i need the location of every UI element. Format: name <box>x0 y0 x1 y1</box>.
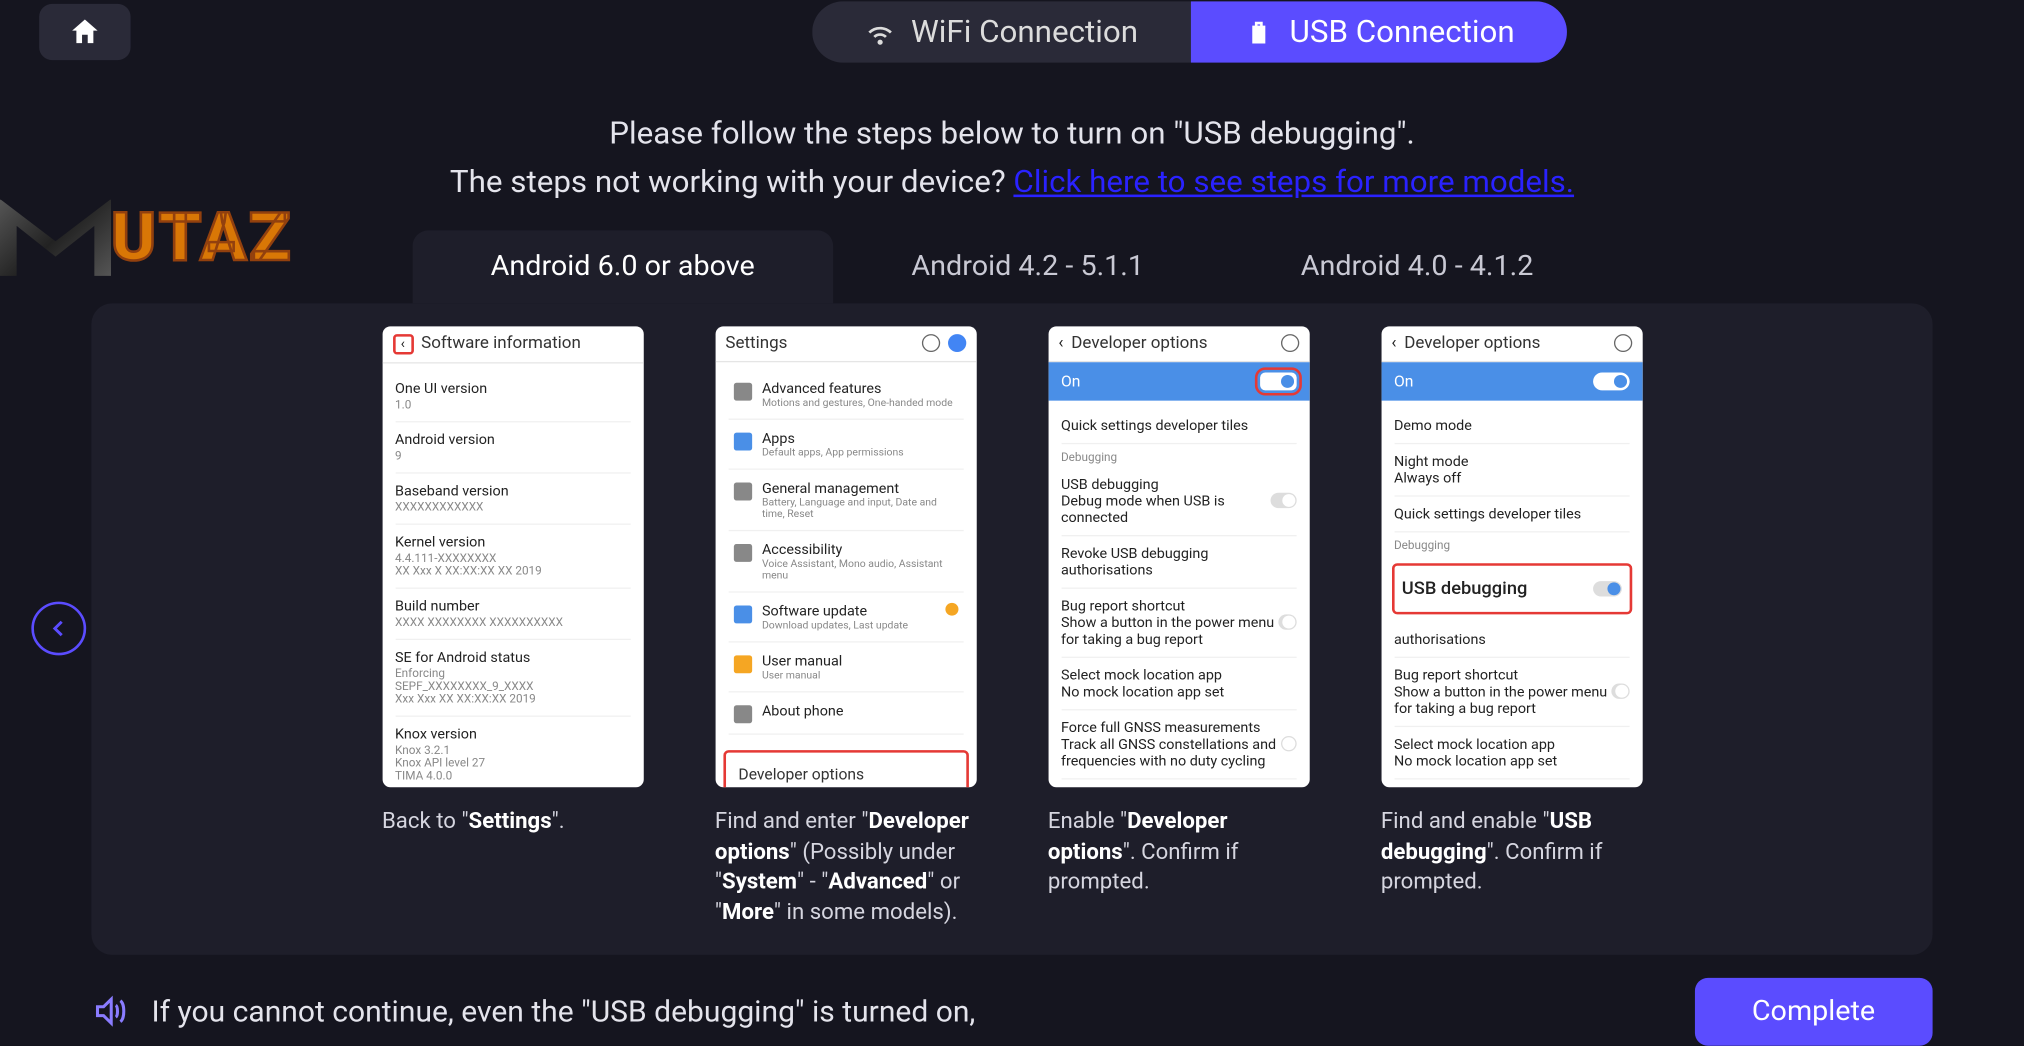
phone1-title: Software information <box>421 334 633 353</box>
caption-4: Find and enable "USB debugging". Confirm… <box>1381 807 1642 898</box>
phone3-title: Developer options <box>1071 334 1272 353</box>
speaker-icon <box>91 994 128 1030</box>
steps-panel: ‹ Software information One UI version1.0… <box>91 303 1932 955</box>
chevron-left-icon <box>47 617 71 640</box>
step-4: ‹ Developer options On Demo modeNight mo… <box>1381 326 1642 929</box>
tab-android-40[interactable]: Android 4.0 - 4.1.2 <box>1222 230 1611 303</box>
usb-connection-tab[interactable]: USB Connection <box>1190 1 1567 62</box>
complete-button[interactable]: Complete <box>1694 978 1932 1046</box>
wifi-icon <box>864 17 895 48</box>
usb-tab-label: USB Connection <box>1290 14 1515 50</box>
search-icon <box>921 334 939 352</box>
search-icon <box>1613 334 1631 352</box>
wifi-tab-label: WiFi Connection <box>911 14 1138 50</box>
prev-arrow-button[interactable] <box>31 602 86 656</box>
phone2-title: Settings <box>725 334 913 353</box>
search-icon <box>1280 334 1298 352</box>
developer-toggle-highlighted <box>1259 372 1296 390</box>
wifi-connection-tab[interactable]: WiFi Connection <box>812 1 1191 62</box>
caption-2: Find and enter "Developer options" (Poss… <box>715 807 976 929</box>
step-3: ‹ Developer options On Quick settings de… <box>1048 326 1309 929</box>
account-icon <box>947 334 965 352</box>
developer-toggle <box>1592 372 1629 390</box>
back-icon-highlighted: ‹ <box>392 334 413 354</box>
instruction-text: Please follow the steps below to turn on… <box>0 109 2024 207</box>
caption-1: Back to "Settings". <box>382 807 643 837</box>
developer-options-highlighted: Developer options <box>723 750 968 787</box>
usb-debugging-highlighted: USB debugging <box>1391 563 1631 614</box>
tab-android-42[interactable]: Android 4.2 - 5.1.1 <box>833 230 1222 303</box>
phone4-title: Developer options <box>1404 334 1605 353</box>
step-1: ‹ Software information One UI version1.0… <box>382 326 643 929</box>
usb-icon <box>1243 17 1274 48</box>
dev-on-label: On <box>1061 372 1080 390</box>
step-2: Settings Advanced featuresMotions and ge… <box>715 326 976 929</box>
watermark-logo: UTAZ <box>0 198 293 276</box>
home-icon <box>68 15 102 48</box>
caption-3: Enable "Developer options". Confirm if p… <box>1048 807 1309 898</box>
home-button[interactable] <box>39 4 130 60</box>
more-models-link[interactable]: Click here to see steps for more models. <box>1013 164 1574 200</box>
tab-android-6[interactable]: Android 6.0 or above <box>412 230 833 303</box>
